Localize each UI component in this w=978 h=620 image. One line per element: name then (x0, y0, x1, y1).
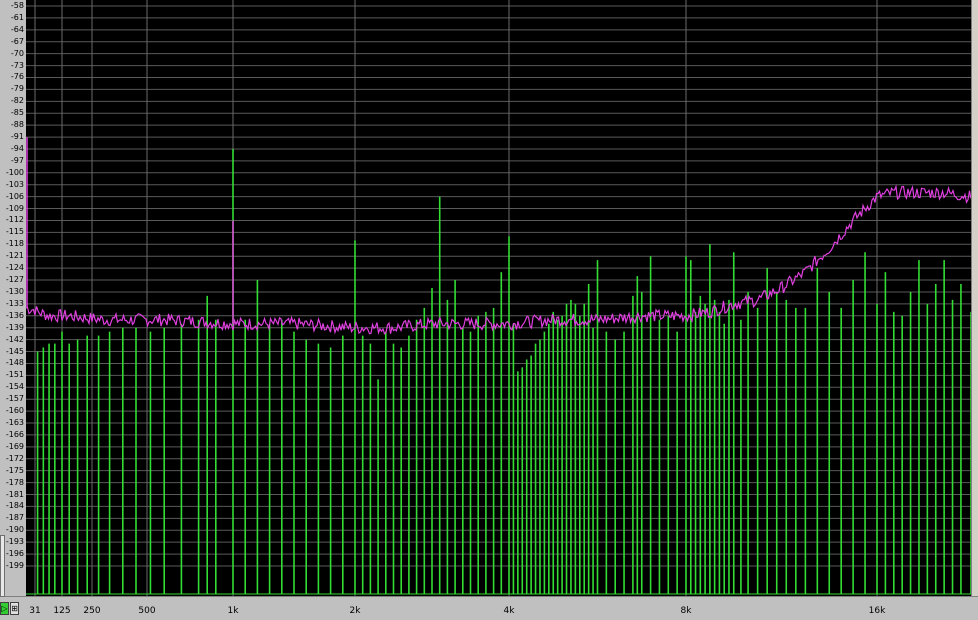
x-tick-label: 250 (83, 606, 101, 616)
y-tick-label: -58 (10, 1, 24, 10)
x-tick-label: 31 (29, 606, 41, 616)
y-tick-label: -82 (10, 96, 24, 106)
harmonic-spectrum-series (26, 148, 971, 595)
y-tick-label: -133 (5, 298, 24, 308)
x-tick-label: 1k (227, 606, 239, 616)
settings-icon[interactable]: ⊞ (10, 602, 19, 615)
y-tick-label: -67 (10, 36, 24, 46)
y-tick-label: -106 (5, 191, 24, 201)
vertical-scrollbar[interactable] (971, 0, 978, 596)
x-tick-label: 4k (503, 606, 515, 616)
y-tick-label: -163 (5, 418, 24, 428)
x-tick-label: 125 (53, 606, 71, 616)
x-tick-label: 16k (868, 606, 886, 616)
y-tick-label: -175 (5, 465, 24, 475)
y-tick-label: -169 (5, 441, 24, 451)
y-axis-labels: -58 -61 -64 -67 -70 -73 -76 -79 -82 -85 -88 -91 -94 -… (0, 0, 27, 596)
play-icon[interactable]: ▷ (0, 602, 9, 615)
y-tick-label: -64 (10, 24, 24, 34)
y-tick-label: -124 (5, 263, 24, 273)
y-tick-label: -94 (10, 143, 24, 153)
y-tick-label: -121 (5, 251, 24, 261)
x-tick-label: 2k (349, 606, 361, 616)
y-tick-label: -127 (5, 275, 24, 285)
y-tick-label: -181 (5, 489, 24, 499)
y-tick-label: -79 (10, 84, 24, 94)
y-tick-label: -115 (5, 227, 24, 237)
y-tick-label: -130 (5, 286, 24, 296)
y-tick-label: -151 (5, 370, 24, 380)
y-tick-label: -136 (5, 310, 24, 320)
y-tick-label: -103 (5, 179, 24, 189)
y-tick-label: -145 (5, 346, 24, 356)
y-tick-label: -97 (10, 155, 24, 165)
y-tick-label: -118 (5, 239, 24, 249)
y-tick-label: -85 (10, 108, 24, 118)
y-tick-label: -178 (5, 477, 24, 487)
y-tick-label: -109 (5, 203, 24, 213)
y-tick-label: -61 (10, 12, 24, 22)
y-tick-label: -154 (5, 382, 24, 392)
y-tick-label: -142 (5, 334, 24, 344)
y-tick-label: -70 (10, 48, 24, 58)
y-tick-label: -184 (5, 501, 24, 511)
y-tick-label: -172 (5, 453, 24, 463)
panel-toggle[interactable] (0, 535, 5, 597)
y-tick-label: -157 (5, 394, 24, 404)
y-tick-label: -160 (5, 406, 24, 416)
y-tick-label: -88 (10, 120, 24, 130)
spectrum-plot (26, 0, 971, 596)
y-tick-label: -139 (5, 322, 24, 332)
y-tick-label: -91 (10, 132, 24, 142)
y-tick-label: -187 (5, 513, 24, 523)
y-tick-label: -166 (5, 429, 24, 439)
y-tick-label: -148 (5, 358, 24, 368)
y-tick-label: -73 (10, 60, 24, 70)
x-tick-label: 500 (138, 606, 156, 616)
y-tick-label: -190 (5, 525, 24, 535)
x-tick-label: 8k (680, 606, 692, 616)
y-tick-label: -100 (5, 167, 24, 177)
y-tick-label: -112 (5, 215, 24, 225)
y-tick-label: -76 (10, 72, 24, 82)
x-axis-labels: ▷ ⊞ 31 125 250 500 1k 2k 4k 8k 16k (0, 596, 978, 620)
